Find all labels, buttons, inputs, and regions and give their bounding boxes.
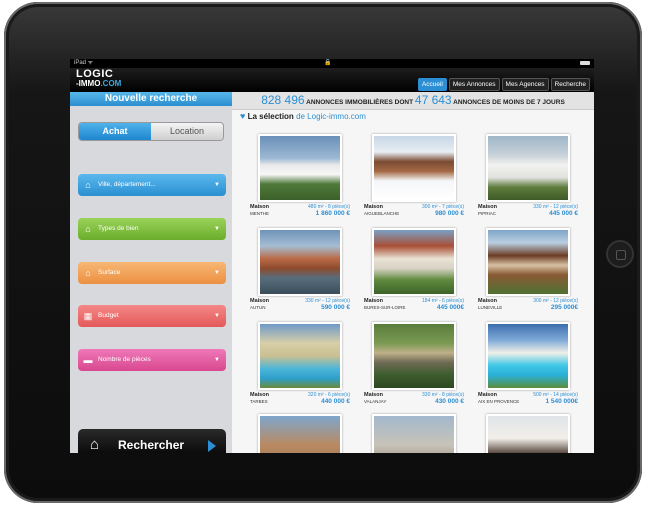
listing-location: AIGUEBLANCHE <box>364 211 400 216</box>
surface-label: Surface <box>98 269 121 276</box>
carrier-label: iPad ᯤ <box>74 60 94 66</box>
listing-price: 445 000 € <box>549 210 578 217</box>
nav-recherche[interactable]: Recherche <box>550 78 590 91</box>
transaction-toggle: Achat Location <box>78 122 224 141</box>
chevron-down-icon: ▼ <box>214 357 220 363</box>
budget-label: Budget <box>98 312 119 319</box>
ipad-frame: iPad ᯤ 🔒 LOGIC -IMMO.COM Accueil Mes Ann… <box>4 2 642 503</box>
budget-field[interactable]: ▦ Budget ▼ <box>78 305 226 327</box>
listing-price: 590 000 € <box>321 304 350 311</box>
listing-type: Maison <box>478 204 497 210</box>
listing-type: Maison <box>478 298 497 304</box>
listing-type: Maison <box>364 392 383 398</box>
main-content: 828 496 ANNONCES IMMOBILIÈRES DONT 47 64… <box>232 92 594 453</box>
listing-location: VALANJAY <box>364 399 387 404</box>
listing-photo <box>372 228 456 296</box>
nav-mes-agences[interactable]: Mes Agences <box>501 78 549 91</box>
property-type-field[interactable]: ⌂ Types de bien ▼ <box>78 218 226 240</box>
nav-mes-annonces[interactable]: Mes Annonces <box>448 78 500 91</box>
rooms-label: Nombre de pièces <box>98 356 151 363</box>
listing-photo <box>486 322 570 390</box>
listing-price: 1 540 000€ <box>545 398 578 405</box>
logo-line1: LOGIC <box>76 68 114 80</box>
listing-type: Maison <box>250 298 269 304</box>
stat-count-recent: 47 643 <box>414 93 452 107</box>
chevron-down-icon: ▼ <box>214 226 220 232</box>
city-field[interactable]: ⌂ Ville, département... ▼ <box>78 174 226 196</box>
lock-icon: 🔒 <box>324 60 332 66</box>
listing-location: PIPRIAC <box>478 211 497 216</box>
listing-photo <box>372 322 456 390</box>
surface-field[interactable]: ⌂ Surface ▼ <box>78 262 226 284</box>
logo[interactable]: LOGIC -IMMO.COM <box>76 68 122 89</box>
listing-location: AIX EN PROVENCE <box>478 399 520 404</box>
search-sidebar: Nouvelle recherche Achat Location ⌂ Vill… <box>70 92 232 453</box>
heart-icon: ♥ <box>240 111 246 121</box>
status-bar: iPad ᯤ 🔒 <box>70 59 594 68</box>
stat-text-total: ANNONCES IMMOBILIÈRES DONT <box>306 99 414 106</box>
listing-photo <box>258 134 342 202</box>
listing-location: LUNEVILLE <box>478 305 503 310</box>
calculator-icon: ▦ <box>83 311 93 321</box>
listing-price: 1 860 000 € <box>315 210 350 217</box>
bed-icon: ▬ <box>83 355 93 365</box>
listing-type: Maison <box>250 392 269 398</box>
search-button[interactable]: ⌂ Rechercher <box>78 429 226 453</box>
play-arrow-icon <box>208 440 216 452</box>
listing-type: Maison <box>364 298 383 304</box>
stat-count-total: 828 496 <box>261 93 305 107</box>
listing-location: MENTHE <box>250 211 269 216</box>
house-icon: ⌂ <box>90 436 100 453</box>
listing-photo <box>372 414 456 453</box>
main-nav: Accueil Mes Annonces Mes Agences Recherc… <box>417 78 590 91</box>
listing-location: AUTUN <box>250 305 266 310</box>
listing-price: 430 000 € <box>435 398 464 405</box>
home-outline-icon: ⌂ <box>85 268 91 278</box>
listing-type: Maison <box>250 204 269 210</box>
nav-accueil[interactable]: Accueil <box>417 78 447 91</box>
search-button-label: Rechercher <box>118 438 185 452</box>
listing-photo <box>258 322 342 390</box>
listing-price: 440 000 € <box>321 398 350 405</box>
property-type-label: Types de bien <box>98 225 139 232</box>
battery-icon <box>580 61 590 65</box>
listing-photo <box>486 228 570 296</box>
listing-type: Maison <box>364 204 383 210</box>
chevron-down-icon: ▼ <box>214 270 220 276</box>
logo-line2: -IMMO.COM <box>76 79 122 88</box>
listing-location: TARBES <box>250 399 268 404</box>
listing-type: Maison <box>478 392 497 398</box>
listing-price: 980 000 € <box>435 210 464 217</box>
home-icon: ⌂ <box>85 224 91 234</box>
home-button[interactable] <box>606 240 634 268</box>
rooms-field[interactable]: ▬ Nombre de pièces ▼ <box>78 349 226 371</box>
sidebar-title: Nouvelle recherche <box>70 92 232 106</box>
selection-prefix: La sélection <box>247 112 294 121</box>
city-field-label: Ville, département... <box>98 181 156 188</box>
listing-photo <box>258 414 342 453</box>
listing-photo <box>372 134 456 202</box>
segment-achat[interactable]: Achat <box>79 123 151 140</box>
listing-photo <box>258 228 342 296</box>
listing-photo <box>486 414 570 453</box>
selection-suffix: de Logic-immo.com <box>296 112 366 121</box>
chevron-down-icon: ▼ <box>214 313 220 319</box>
stats-banner: 828 496 ANNONCES IMMOBILIÈRES DONT 47 64… <box>232 92 594 110</box>
app-screen: iPad ᯤ 🔒 LOGIC -IMMO.COM Accueil Mes Ann… <box>70 59 594 453</box>
listing-location: BURES-SUR-LOIRE <box>364 305 406 310</box>
chevron-down-icon: ▼ <box>214 182 220 188</box>
stat-text-recent: ANNONCES DE MOINS DE 7 JOURS <box>453 99 565 106</box>
listing-photo <box>486 134 570 202</box>
listing-price: 295 000€ <box>550 304 578 311</box>
selection-heading: ♥ La sélection de Logic-immo.com <box>240 111 366 121</box>
top-bar: LOGIC -IMMO.COM Accueil Mes Annonces Mes… <box>70 68 594 92</box>
house-icon: ⌂ <box>85 180 91 190</box>
listing-price: 445 000€ <box>436 304 464 311</box>
segment-location[interactable]: Location <box>151 123 223 140</box>
